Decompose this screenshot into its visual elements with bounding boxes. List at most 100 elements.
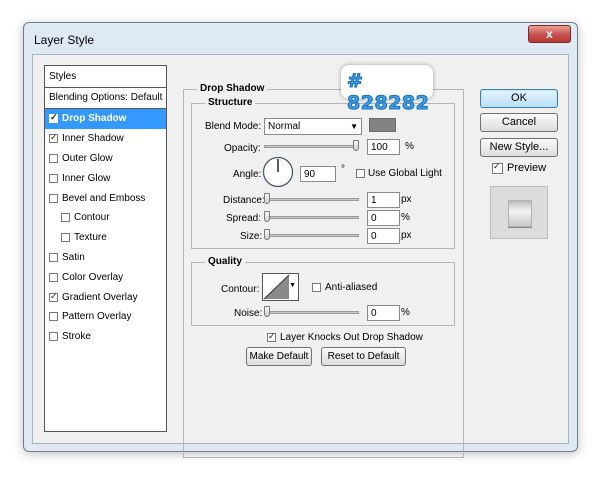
dialog-content: Styles Blending Options: Default Drop Sh… [32, 54, 569, 458]
noise-slider[interactable] [264, 311, 359, 314]
style-checkbox[interactable] [49, 132, 58, 144]
style-item-inner-shadow[interactable]: Inner Shadow [45, 129, 166, 149]
use-global-light-checkbox[interactable] [356, 169, 365, 178]
opacity-label: Opacity: [224, 143, 261, 154]
noise-label: Noise: [234, 308, 263, 319]
use-global-light-label: Use Global Light [368, 168, 442, 179]
size-unit: px [401, 230, 412, 241]
noise-input[interactable]: 0 [367, 305, 400, 321]
style-checkbox[interactable] [49, 312, 58, 322]
style-item-drop-shadow[interactable]: Drop Shadow [45, 109, 166, 129]
spread-slider[interactable] [264, 216, 359, 219]
structure-title: Structure [205, 97, 256, 108]
style-checkbox[interactable] [49, 153, 58, 163]
style-checkbox[interactable] [61, 213, 70, 223]
angle-dial[interactable] [262, 156, 294, 188]
style-item-contour[interactable]: Contour [45, 208, 166, 228]
style-checkbox[interactable] [49, 272, 58, 282]
style-item-label: Texture [74, 232, 107, 244]
noise-slider-thumb[interactable] [264, 306, 270, 317]
style-checkbox[interactable] [49, 291, 58, 302]
blend-mode-label: Blend Mode: [205, 121, 262, 132]
layer-knocks-out-checkbox[interactable] [267, 331, 276, 342]
shadow-color-swatch[interactable] [369, 118, 396, 132]
preview-label: Preview [507, 162, 547, 174]
style-item-label: Pattern Overlay [62, 311, 132, 323]
make-default-button[interactable]: Make Default [246, 347, 312, 366]
distance-slider-thumb[interactable] [264, 193, 270, 204]
styles-header[interactable]: Styles [45, 66, 166, 88]
chevron-down-icon: ▼ [350, 122, 358, 131]
color-callout-text: # 828282 [347, 70, 430, 115]
preview-swatch [508, 200, 532, 227]
style-item-label: Inner Shadow [62, 133, 124, 145]
contour-dropdown-icon[interactable]: ▼ [289, 282, 296, 289]
spread-unit: % [401, 212, 410, 223]
style-item-label: Satin [62, 251, 85, 263]
style-item-gradient-overlay[interactable]: Gradient Overlay [45, 287, 166, 307]
distance-label: Distance: [223, 195, 265, 206]
title-bar[interactable]: Layer Style x [24, 23, 577, 55]
style-item-color-overlay[interactable]: Color Overlay [45, 267, 166, 287]
angle-dial-graphic [262, 156, 294, 188]
style-checkbox[interactable] [49, 252, 58, 262]
contour-linear-icon [263, 274, 290, 300]
blend-mode-value: Normal [268, 121, 301, 132]
angle-unit: ° [341, 164, 345, 175]
size-slider[interactable] [264, 234, 359, 237]
drop-shadow-title: Drop Shadow [197, 83, 268, 94]
opacity-slider-thumb[interactable] [353, 140, 359, 151]
style-item-pattern-overlay[interactable]: Pattern Overlay [45, 307, 166, 327]
style-checkbox[interactable] [49, 193, 58, 203]
style-checkbox[interactable] [49, 173, 58, 183]
layer-knocks-out-label: Layer Knocks Out Drop Shadow [280, 332, 423, 343]
anti-aliased-checkbox[interactable] [312, 283, 321, 292]
preview-checkbox[interactable] [492, 161, 503, 174]
opacity-unit: % [405, 141, 414, 152]
style-item-stroke[interactable]: Stroke [45, 327, 166, 347]
style-item-label: Inner Glow [62, 172, 111, 184]
blending-options-item[interactable]: Blending Options: Default [45, 88, 166, 109]
style-item-texture[interactable]: Texture [45, 228, 166, 248]
anti-aliased-label: Anti-aliased [325, 282, 378, 293]
style-item-bevel-and-emboss[interactable]: Bevel and Emboss [45, 188, 166, 208]
styles-list: Styles Blending Options: Default Drop Sh… [44, 65, 167, 432]
size-slider-thumb[interactable] [264, 229, 270, 240]
opacity-slider[interactable] [264, 145, 359, 148]
layer-style-dialog: Layer Style x Styles Blending Options: D… [23, 22, 578, 458]
ok-button[interactable]: OK [480, 89, 558, 108]
angle-label: Angle: [233, 169, 262, 180]
quality-title: Quality [205, 256, 245, 267]
window-title: Layer Style [34, 33, 95, 47]
color-callout: # 828282 [341, 65, 433, 115]
style-item-satin[interactable]: Satin [45, 248, 166, 268]
style-item-outer-glow[interactable]: Outer Glow [45, 149, 166, 169]
spread-input[interactable]: 0 [367, 210, 400, 226]
reset-to-default-button[interactable]: Reset to Default [321, 347, 406, 366]
contour-picker[interactable]: ▼ [262, 273, 299, 301]
spread-slider-thumb[interactable] [264, 211, 270, 222]
new-style-button[interactable]: New Style... [480, 138, 558, 157]
preview-thumbnail [490, 186, 548, 239]
style-checkbox[interactable] [61, 233, 70, 243]
style-item-label: Stroke [62, 331, 91, 343]
opacity-input[interactable]: 100 [367, 139, 400, 155]
style-checkbox[interactable] [49, 112, 58, 124]
blend-mode-select[interactable]: Normal ▼ [264, 118, 362, 135]
style-item-label: Color Overlay [62, 271, 124, 283]
size-input[interactable]: 0 [367, 228, 400, 244]
size-label: Size: [240, 231, 263, 242]
style-checkbox[interactable] [49, 332, 58, 342]
angle-input[interactable]: 90 [300, 166, 336, 182]
close-button[interactable]: x [528, 25, 571, 43]
style-item-inner-glow[interactable]: Inner Glow [45, 168, 166, 188]
distance-slider[interactable] [264, 198, 359, 201]
style-item-label: Outer Glow [62, 152, 113, 164]
style-item-label: Gradient Overlay [62, 291, 138, 303]
noise-unit: % [401, 307, 410, 318]
spread-label: Spread: [226, 213, 262, 224]
distance-unit: px [401, 194, 412, 205]
cancel-button[interactable]: Cancel [480, 113, 558, 132]
contour-label: Contour: [221, 284, 260, 295]
distance-input[interactable]: 1 [367, 192, 400, 208]
